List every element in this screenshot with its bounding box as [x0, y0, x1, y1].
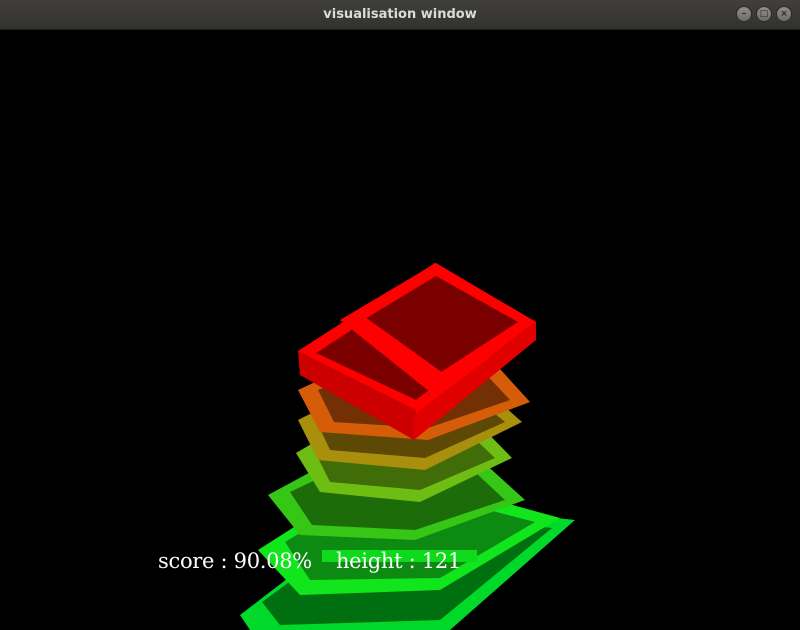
- height-readout: height : 121: [335, 549, 461, 573]
- maximize-icon[interactable]: □: [756, 6, 772, 22]
- stacked-layers-scene: [240, 263, 575, 630]
- render-viewport[interactable]: score : 90.08% height : 121: [0, 30, 800, 630]
- score-readout: score : 90.08%: [158, 549, 312, 573]
- visualisation-window: visualisation window – □ × score: 90.08…: [0, 0, 800, 630]
- title-bar[interactable]: visualisation window – □ ×: [0, 0, 800, 30]
- window-controls: – □ ×: [736, 6, 792, 22]
- window-title: visualisation window: [323, 7, 477, 22]
- minimize-icon[interactable]: –: [736, 6, 752, 22]
- close-icon[interactable]: ×: [776, 6, 792, 22]
- hud-readout: score : 90.08% height : 121: [158, 549, 461, 573]
